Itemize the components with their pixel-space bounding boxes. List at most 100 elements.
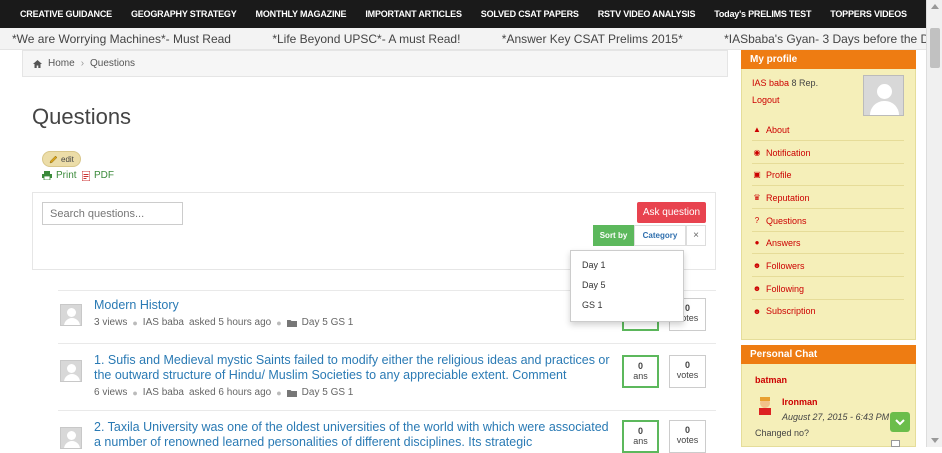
breadcrumb-separator: › (80, 58, 85, 69)
users-icon: ☻ (752, 261, 762, 270)
sidebar-item-profile[interactable]: ▣ Profile (752, 164, 904, 186)
chat-timestamp: August 27, 2015 - 6:43 PM (782, 412, 890, 422)
question-icon: ? (754, 216, 760, 225)
sidebar-item-label: Questions (766, 215, 807, 226)
sidebar-item-answers[interactable]: ● Answers (752, 232, 904, 254)
votes-label: votes (676, 370, 699, 380)
sidebar-item-following[interactable]: ☻ Following (752, 278, 904, 300)
scrollbar-thumb[interactable] (930, 28, 940, 68)
answers-count-box: 0 ans (622, 420, 659, 453)
home-icon (33, 59, 42, 68)
author-link[interactable]: IAS baba (143, 317, 184, 328)
question-tags[interactable]: Day 5 GS 1 (302, 317, 354, 328)
sidebar-item-label: About (766, 124, 790, 135)
print-label: Print (56, 170, 77, 181)
sort-clear-button[interactable]: × (686, 225, 706, 246)
pdf-link[interactable]: PDF (82, 170, 114, 181)
sidebar-item-questions[interactable]: ? Questions (752, 210, 904, 232)
views-count: 6 views (94, 387, 128, 398)
logout-link[interactable]: Logout (752, 95, 780, 105)
chat-expand-button[interactable] (890, 412, 910, 432)
nav-rstv-video-analysis[interactable]: RSTV VIDEO ANALYSIS (598, 9, 696, 19)
avatar[interactable] (60, 304, 82, 326)
folder-icon (286, 389, 297, 397)
username-link[interactable]: IAS baba (752, 78, 789, 88)
ticker-item[interactable]: *We are Worrying Machines*- Must Read (12, 32, 231, 46)
edit-label: edit (61, 154, 74, 164)
nav-monthly-magazine[interactable]: MONTHLY MAGAZINE (256, 9, 347, 19)
sidebar-item-reputation[interactable]: ♛ Reputation (752, 187, 904, 209)
news-ticker: *We are Worrying Machines*- Must Read *L… (0, 28, 926, 50)
sidebar-item-subscription[interactable]: ☻ Subscription (752, 300, 904, 322)
chevron-down-icon (895, 418, 905, 425)
search-input[interactable] (42, 202, 183, 225)
chat-header: Personal Chat (741, 345, 916, 364)
avatar[interactable] (60, 360, 82, 382)
sidebar-item-about[interactable]: ▲ About (752, 119, 904, 141)
nav-creative-guidance[interactable]: CREATIVE GUIDANCE (20, 9, 112, 19)
breadcrumb: Home › Questions (22, 50, 728, 77)
dropdown-option-gs-1[interactable]: GS 1 (571, 295, 683, 315)
answers-label: ans (633, 371, 648, 381)
avatar[interactable] (60, 427, 82, 449)
scroll-down-arrow-icon[interactable] (931, 438, 939, 443)
sidebar-item-label: Subscription (766, 306, 816, 316)
chat-contact-link[interactable]: batman (755, 375, 787, 385)
dropdown-option-day-1[interactable]: Day 1 (571, 255, 683, 275)
divider (58, 410, 716, 411)
dropdown-option-day-5[interactable]: Day 5 (571, 275, 683, 295)
nav-important-articles[interactable]: IMPORTANT ARTICLES (365, 9, 462, 19)
nav-solved-csat-papers[interactable]: SOLVED CSAT PAPERS (481, 9, 579, 19)
sidebar-item-notification[interactable]: ◉ Notification (752, 142, 904, 164)
question-tags[interactable]: Day 5 GS 1 (302, 387, 354, 398)
chat-user-avatar (759, 397, 771, 415)
answers-count: 0 (637, 426, 643, 436)
sidebar-item-label: Profile (766, 169, 792, 180)
nav-toppers-videos[interactable]: TOPPERS VIDEOS (830, 9, 907, 19)
divider (58, 343, 716, 344)
sidebar-item-followers[interactable]: ☻ Followers (752, 255, 904, 277)
chat-sender-name[interactable]: Ironman (782, 397, 818, 407)
asked-time: asked 5 hours ago (188, 317, 272, 328)
breadcrumb-home[interactable]: Home (48, 58, 75, 69)
pencil-icon (49, 155, 58, 163)
question-title-link[interactable]: 2. Taxila University was one of the olde… (94, 420, 614, 450)
print-link[interactable]: Print (42, 170, 77, 181)
dot-separator: ● (276, 387, 282, 398)
globe-icon: ◉ (753, 148, 761, 157)
nav-todays-prelims-test[interactable]: Today's PRELIMS TEST (714, 9, 811, 19)
profile-icon: ▣ (753, 170, 761, 179)
folder-icon (286, 319, 297, 327)
author-link[interactable]: IAS baba (143, 387, 184, 398)
profile-avatar[interactable] (863, 75, 904, 116)
sort-dropdown-menu: Day 1 Day 5 GS 1 (570, 250, 684, 322)
pdf-icon (82, 170, 90, 181)
sidebar-item-label: Followers (766, 260, 805, 271)
sort-by-label: Sort by (593, 225, 634, 246)
top-navigation: CREATIVE GUIDANCE GEOGRAPHY STRATEGY MON… (0, 0, 926, 28)
ticker-item[interactable]: *Answer Key CSAT Prelims 2015* (502, 32, 683, 46)
answers-count-box: 0 ans (622, 355, 659, 388)
scroll-up-arrow-icon[interactable] (931, 4, 939, 9)
question-title-link[interactable]: 1. Sufis and Medieval mystic Saints fail… (94, 353, 614, 383)
nav-geography-strategy[interactable]: GEOGRAPHY STRATEGY (131, 9, 237, 19)
sort-category-select[interactable]: Category (634, 225, 686, 246)
asked-time: asked 6 hours ago (188, 387, 272, 398)
answer-icon: ● (754, 238, 760, 247)
chat-checkbox[interactable] (891, 440, 900, 447)
votes-count-box: 0 votes (669, 355, 706, 388)
ask-question-button[interactable]: Ask question (637, 202, 706, 223)
question-title-link[interactable]: Modern History (94, 298, 179, 313)
edit-button[interactable]: edit (42, 151, 81, 167)
votes-count: 0 (684, 360, 690, 370)
votes-count-box: 0 votes (669, 420, 706, 453)
sidebar-item-label: Reputation (766, 192, 810, 203)
ticker-item[interactable]: *Life Beyond UPSC*- A must Read! (272, 32, 460, 46)
page-scrollbar[interactable] (926, 0, 942, 447)
profile-username[interactable]: IAS baba 8 Rep. (752, 78, 818, 88)
ticker-item[interactable]: *IASbaba's Gyan- 3 Days before the D-Day… (724, 32, 926, 46)
printer-icon (42, 171, 52, 180)
dot-separator: ● (132, 317, 138, 328)
profile-header: My profile (741, 50, 916, 69)
reputation-points: 8 Rep. (791, 78, 819, 88)
